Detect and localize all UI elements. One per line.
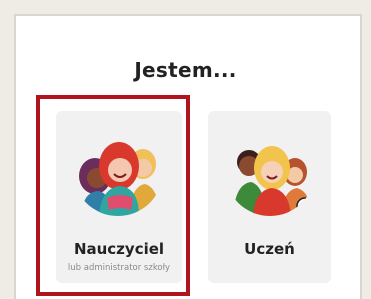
student-role-label: Uczeń: [244, 240, 295, 258]
page-title: Jestem...: [134, 58, 237, 82]
student-role-card[interactable]: Uczeń: [208, 111, 331, 283]
student-illustration: [225, 126, 315, 216]
selection-highlight: [36, 95, 190, 296]
